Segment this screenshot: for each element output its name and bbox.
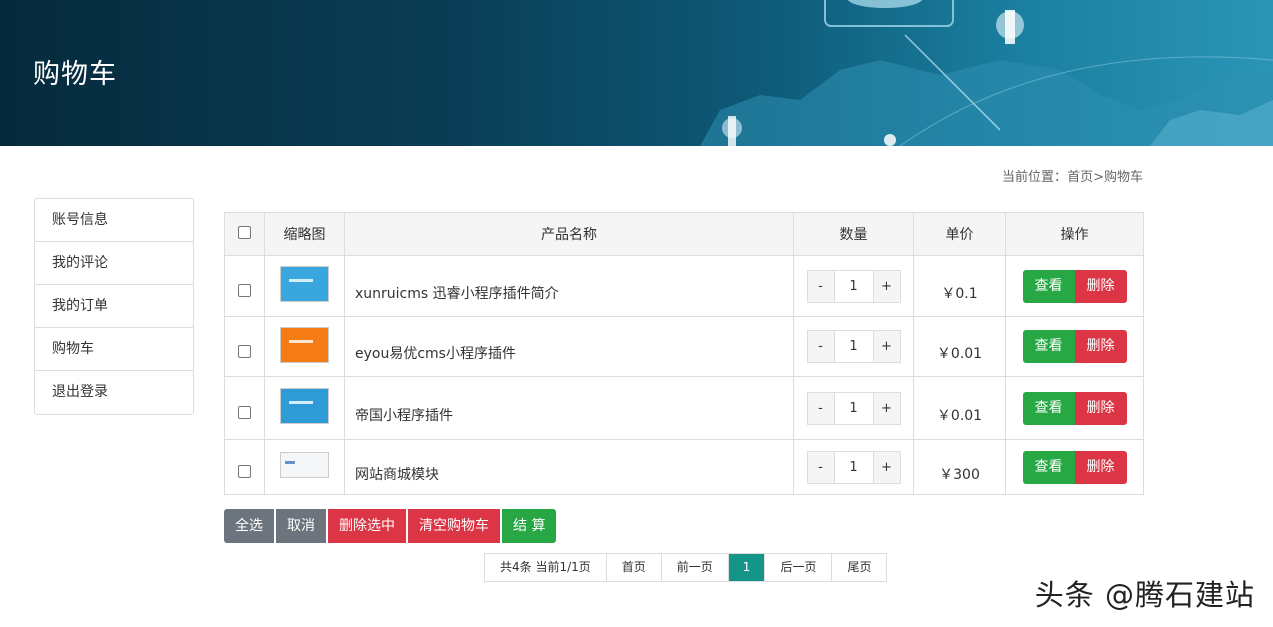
quantity-stepper: - 1 + xyxy=(806,330,901,363)
table-row: 网站商城模块 - 1 + ￥300 查看 删除 xyxy=(224,439,1144,495)
qty-minus-button[interactable]: - xyxy=(807,451,834,483)
table-row: 帝国小程序插件 - 1 + ￥0.01 查看 删除 xyxy=(224,376,1144,440)
unit-price: ￥300 xyxy=(913,439,1006,495)
sidebar-item-logout[interactable]: 退出登录 xyxy=(35,371,193,414)
operation-cell: 查看 删除 xyxy=(1005,439,1144,495)
qty-plus-button[interactable]: + xyxy=(873,451,900,483)
sidebar-menu: 账号信息 我的评论 我的订单 购物车 退出登录 xyxy=(34,198,194,415)
thumb-cell xyxy=(264,316,345,377)
pagination: 共4条 当前1/1页 首页 前一页 1 后一页 尾页 xyxy=(484,553,888,582)
sidebar-item-account-info[interactable]: 账号信息 xyxy=(35,199,193,242)
row-checkbox[interactable] xyxy=(238,465,251,478)
clear-cart-button[interactable]: 清空购物车 xyxy=(408,509,500,543)
qty-input[interactable]: 1 xyxy=(833,451,874,483)
pagination-current[interactable]: 1 xyxy=(728,554,766,581)
view-button[interactable]: 查看 xyxy=(1022,330,1075,363)
qty-plus-button[interactable]: + xyxy=(873,331,900,362)
header-name: 产品名称 xyxy=(344,212,794,256)
qty-input[interactable]: 1 xyxy=(833,331,874,362)
row-checkbox[interactable] xyxy=(238,284,251,297)
checkout-button[interactable]: 结 算 xyxy=(502,509,557,543)
row-select-cell xyxy=(224,376,265,440)
quantity-stepper: - 1 + xyxy=(806,269,901,303)
sidebar-item-cart[interactable]: 购物车 xyxy=(35,328,193,371)
delete-button[interactable]: 删除 xyxy=(1074,391,1127,425)
pagination-summary: 共4条 当前1/1页 xyxy=(485,554,607,581)
table-row: xunruicms 迅睿小程序插件简介 - 1 + ￥0.1 查看 删除 xyxy=(224,255,1144,317)
select-all-checkbox[interactable] xyxy=(238,225,251,239)
qty-minus-button[interactable]: - xyxy=(807,392,834,424)
delete-button[interactable]: 删除 xyxy=(1074,330,1127,363)
page-banner: 购物车 xyxy=(0,0,1273,146)
qty-input[interactable]: 1 xyxy=(833,392,874,424)
pagination-prev[interactable]: 前一页 xyxy=(662,554,729,581)
header-operation: 操作 xyxy=(1005,212,1144,256)
pagination-first[interactable]: 首页 xyxy=(607,554,662,581)
qty-plus-button[interactable]: + xyxy=(873,392,900,424)
breadcrumb-separator: > xyxy=(1093,170,1104,185)
cart-table: 缩略图 产品名称 数量 单价 操作 xunruicms 迅睿小程序插件简介 - … xyxy=(224,212,1144,495)
view-button[interactable]: 查看 xyxy=(1022,391,1075,425)
operation-cell: 查看 删除 xyxy=(1005,376,1144,440)
cart-actions: 全选 取消 删除选中 清空购物车 结 算 xyxy=(224,509,557,543)
row-checkbox[interactable] xyxy=(238,344,251,358)
unit-price: ￥0.01 xyxy=(913,376,1006,440)
breadcrumb: 当前位置：首页>购物车 xyxy=(1002,166,1143,185)
product-thumbnail[interactable] xyxy=(280,266,329,302)
thumb-cell xyxy=(264,376,345,440)
view-button[interactable]: 查看 xyxy=(1022,269,1075,303)
qty-cell: - 1 + xyxy=(793,439,914,495)
select-all-button[interactable]: 全选 xyxy=(224,509,274,543)
quantity-stepper: - 1 + xyxy=(806,391,901,425)
sidebar-item-my-comments[interactable]: 我的评论 xyxy=(35,242,193,285)
qty-cell: - 1 + xyxy=(793,376,914,440)
qty-minus-button[interactable]: - xyxy=(807,270,834,302)
delete-button[interactable]: 删除 xyxy=(1074,269,1127,303)
qty-input[interactable]: 1 xyxy=(833,270,874,302)
qty-plus-button[interactable]: + xyxy=(873,270,900,302)
qty-minus-button[interactable]: - xyxy=(807,331,834,362)
qty-cell: - 1 + xyxy=(793,255,914,317)
row-select-cell xyxy=(224,439,265,495)
world-map-graphic xyxy=(700,0,1273,146)
row-select-cell xyxy=(224,316,265,377)
product-thumbnail[interactable] xyxy=(280,326,329,363)
header-select-all-cell xyxy=(224,212,265,256)
quantity-stepper: - 1 + xyxy=(806,450,901,484)
header-thumb: 缩略图 xyxy=(264,212,345,256)
product-thumbnail[interactable] xyxy=(280,452,329,478)
header-price: 单价 xyxy=(913,212,1006,256)
thumb-cell xyxy=(264,255,345,317)
table-header-row: 缩略图 产品名称 数量 单价 操作 xyxy=(224,212,1144,256)
product-name[interactable]: 帝国小程序插件 xyxy=(344,376,794,440)
view-button[interactable]: 查看 xyxy=(1022,450,1075,484)
operation-cell: 查看 删除 xyxy=(1005,316,1144,377)
unit-price: ￥0.1 xyxy=(913,255,1006,317)
breadcrumb-home-link[interactable]: 首页 xyxy=(1067,170,1093,185)
page-title: 购物车 xyxy=(33,59,117,90)
product-thumbnail[interactable] xyxy=(280,388,329,424)
table-row: eyou易优cms小程序插件 - 1 + ￥0.01 查看 删除 xyxy=(224,316,1144,377)
delete-selected-button[interactable]: 删除选中 xyxy=(328,509,406,543)
row-checkbox[interactable] xyxy=(238,406,251,419)
product-name[interactable]: xunruicms 迅睿小程序插件简介 xyxy=(344,255,794,317)
pagination-last[interactable]: 尾页 xyxy=(832,554,886,581)
delete-button[interactable]: 删除 xyxy=(1074,450,1127,484)
sidebar-item-my-orders[interactable]: 我的订单 xyxy=(35,285,193,328)
cancel-button[interactable]: 取消 xyxy=(276,509,326,543)
unit-price: ￥0.01 xyxy=(913,316,1006,377)
thumb-cell xyxy=(264,439,345,495)
header-qty: 数量 xyxy=(793,212,914,256)
operation-cell: 查看 删除 xyxy=(1005,255,1144,317)
watermark: 头条 @腾石建站 xyxy=(1034,578,1255,612)
row-select-cell xyxy=(224,255,265,317)
product-name[interactable]: 网站商城模块 xyxy=(344,439,794,495)
qty-cell: - 1 + xyxy=(793,316,914,377)
breadcrumb-current[interactable]: 购物车 xyxy=(1104,170,1143,185)
product-name[interactable]: eyou易优cms小程序插件 xyxy=(344,316,794,377)
pagination-next[interactable]: 后一页 xyxy=(765,554,833,581)
breadcrumb-prefix: 当前位置： xyxy=(1002,170,1068,185)
